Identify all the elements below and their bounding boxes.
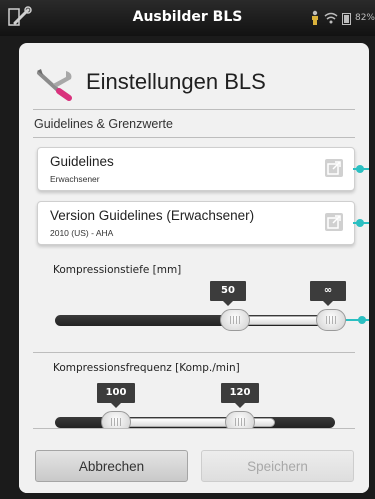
depth-max-thumb[interactable] <box>316 309 346 331</box>
battery-icon <box>341 12 351 25</box>
cancel-button[interactable]: Abbrechen <box>35 450 188 482</box>
settings-dialog: Einstellungen BLS Guidelines & Grenzwert… <box>19 43 369 493</box>
dialog-footer: Abbrechen Speichern <box>19 428 369 493</box>
external-link-icon <box>325 159 343 177</box>
card-title: Guidelines <box>50 154 114 169</box>
card-title: Version Guidelines (Erwachsener) <box>50 208 255 223</box>
battery-percent: 82% <box>354 13 375 23</box>
rate-max-tooltip: 120 <box>221 383 259 408</box>
wifi-icon <box>324 12 338 24</box>
compression-depth-slider[interactable] <box>55 315 335 326</box>
save-button[interactable]: Speichern <box>201 450 354 482</box>
depth-max-tooltip: ∞ <box>310 281 346 306</box>
guidelines-card[interactable]: Guidelines Erwachsener <box>37 147 355 191</box>
connector-dot <box>356 165 364 173</box>
divider <box>33 428 355 429</box>
compression-rate-slider[interactable] <box>55 417 335 428</box>
divider <box>33 137 355 138</box>
external-link-icon <box>325 213 343 231</box>
wrench-screwdriver-icon <box>37 69 72 101</box>
depth-min-thumb[interactable] <box>220 309 250 331</box>
connector-dot <box>358 316 366 324</box>
card-subtitle: Erwachsener <box>50 174 100 184</box>
status-icons: 82% <box>310 10 375 26</box>
person-icon <box>311 10 318 25</box>
card-subtitle: 2010 (US) - AHA <box>50 228 114 238</box>
depth-min-tooltip: 50 <box>210 281 246 306</box>
compression-depth-label: Kompressionstiefe [mm] <box>53 264 182 276</box>
connector-dot <box>356 219 364 227</box>
compression-rate-label: Kompressionsfrequenz [Komp./min] <box>53 362 240 374</box>
rate-min-tooltip: 100 <box>97 383 135 408</box>
dialog-title: Einstellungen BLS <box>86 69 266 94</box>
divider <box>33 352 355 353</box>
divider <box>33 109 355 110</box>
version-guidelines-card[interactable]: Version Guidelines (Erwachsener) 2010 (U… <box>37 201 355 245</box>
status-bar: Ausbilder BLS 82% <box>0 0 375 36</box>
section-label: Guidelines & Grenzwerte <box>34 117 173 131</box>
